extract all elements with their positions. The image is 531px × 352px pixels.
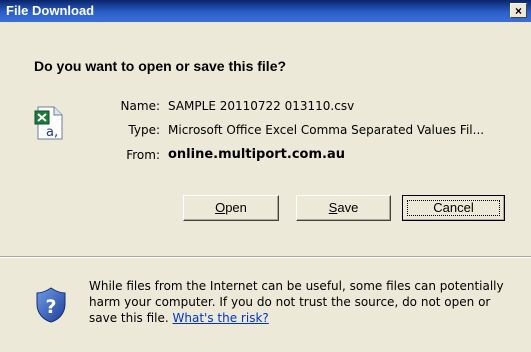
- open-button[interactable]: Open: [183, 195, 279, 221]
- cancel-label: Cancel: [433, 200, 474, 215]
- dialog-question: Do you want to open or save this file?: [34, 58, 287, 74]
- close-icon: ×: [514, 4, 522, 18]
- security-shield-icon: ?: [36, 287, 66, 323]
- cancel-button[interactable]: Cancel: [402, 195, 505, 221]
- save-button[interactable]: Save: [296, 195, 391, 221]
- whats-the-risk-link[interactable]: What's the risk?: [173, 311, 269, 325]
- file-source: online.multiport.com.au: [168, 147, 345, 162]
- open-accelerator-key: O: [215, 200, 226, 215]
- svg-text:?: ?: [45, 296, 56, 318]
- type-label: Type:: [128, 123, 160, 137]
- warning-text: While files from the Internet can be use…: [89, 279, 504, 325]
- divider-highlight: [0, 257, 531, 258]
- dialog-title: File Download: [6, 3, 95, 18]
- close-button[interactable]: ×: [510, 3, 527, 18]
- svg-text:a,: a,: [46, 125, 58, 140]
- from-label: From:: [126, 148, 160, 162]
- name-label: Name:: [120, 99, 160, 113]
- file-name: SAMPLE 20110722 013110.csv: [168, 99, 355, 113]
- warning-message: While files from the Internet can be use…: [89, 278, 509, 326]
- excel-csv-icon: a,: [34, 106, 63, 140]
- file-type: Microsoft Office Excel Comma Separated V…: [168, 123, 485, 137]
- title-bar[interactable]: File Download ×: [0, 0, 531, 22]
